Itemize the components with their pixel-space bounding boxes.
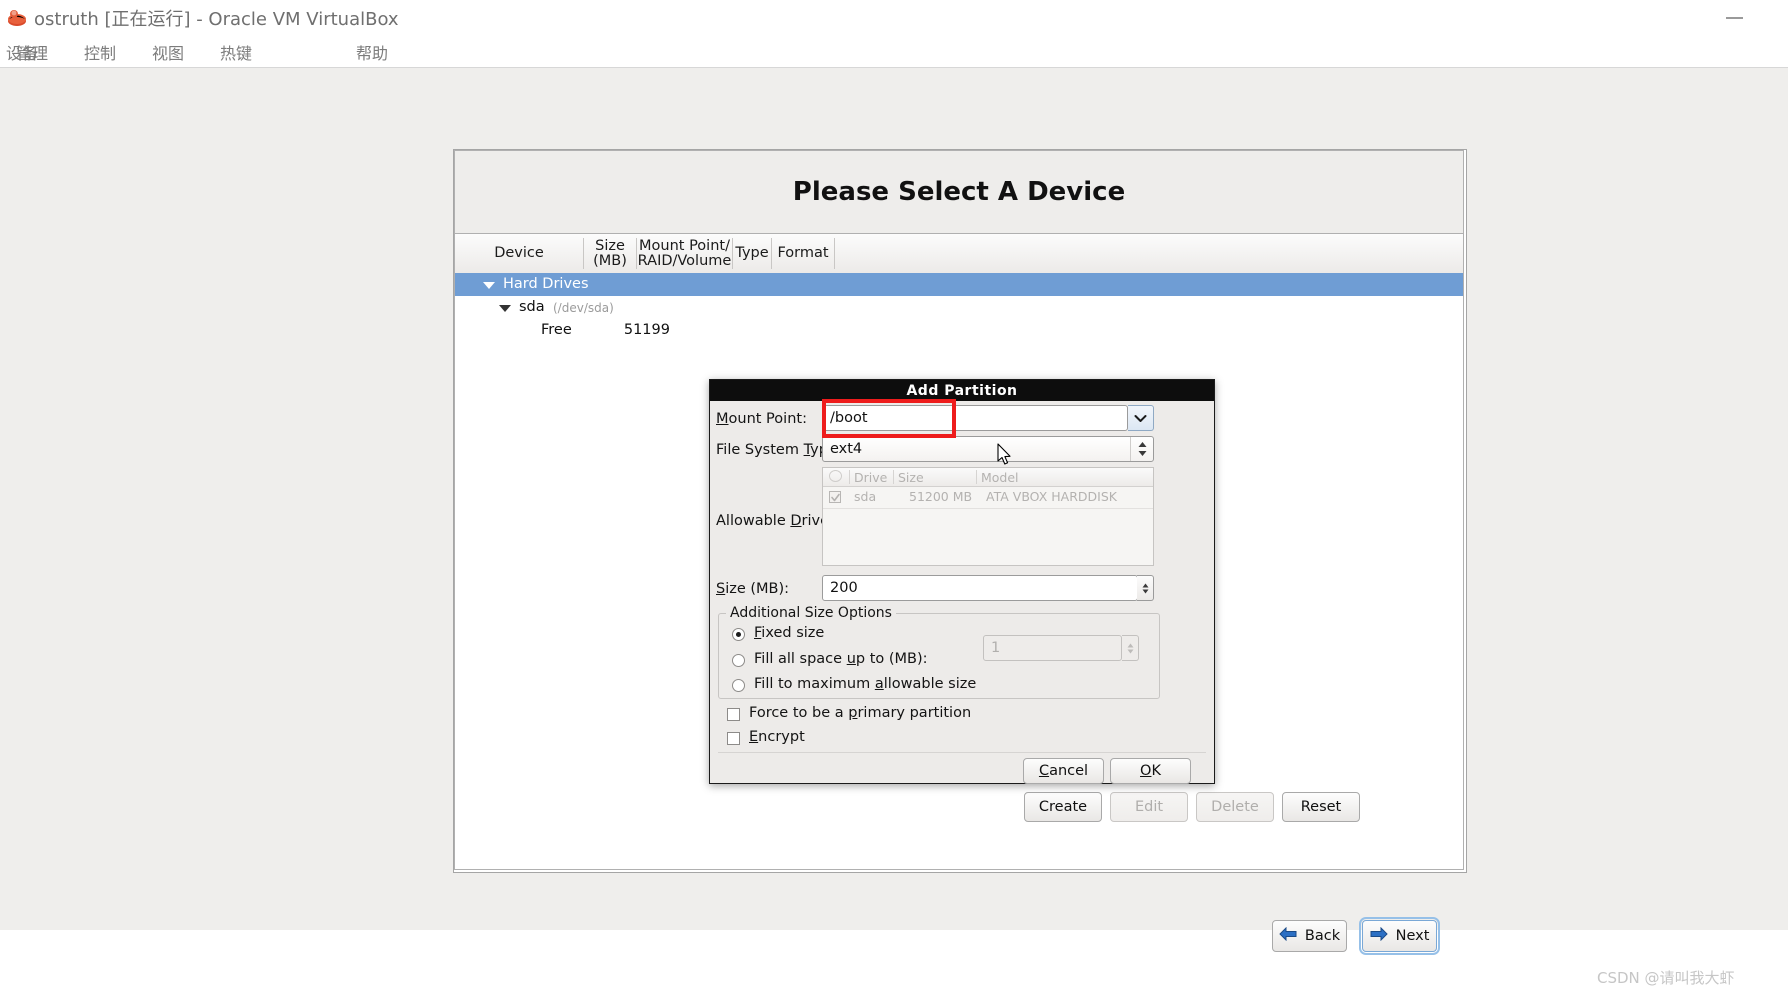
table-row-size: 51199 <box>623 322 670 338</box>
radio-selected-dot <box>736 632 741 637</box>
mount-point-label: Mount Point: <box>716 411 807 427</box>
file-system-type-select[interactable]: ext4 <box>822 436 1154 462</box>
fill-up-to-input: 1 <box>983 635 1122 661</box>
drive-name: sda <box>854 489 877 504</box>
ok-button[interactable]: OK <box>1110 758 1191 784</box>
file-system-type-value: ext4 <box>830 441 863 457</box>
table-row-device-path: (/dev/sda) <box>553 301 614 315</box>
ok-button-label: OK <box>1140 763 1161 779</box>
radio-fill-to-maximum-label[interactable]: Fill to maximum allowable size <box>754 676 976 692</box>
drives-column-header-size: Size <box>898 470 924 485</box>
table-row-free[interactable]: Free 51199 <box>455 319 1463 342</box>
edit-button: Edit <box>1110 792 1188 822</box>
column-header-type[interactable]: Type <box>733 234 771 273</box>
cancel-button[interactable]: Cancel <box>1023 758 1104 784</box>
radio-fixed-size-label[interactable]: Fixed size <box>754 625 824 641</box>
menu-item-help[interactable]: 帮助 <box>350 37 394 67</box>
cancel-button-label: Cancel <box>1038 763 1089 779</box>
additional-size-options-legend: Additional Size Options <box>726 605 896 621</box>
drive-model: ATA VBOX HARDDISK <box>986 489 1117 504</box>
create-button[interactable]: Create <box>1024 792 1102 822</box>
create-button-label: Create <box>1038 799 1088 815</box>
table-row-label: sda <box>519 299 545 315</box>
table-row-sda[interactable]: sda (/dev/sda) <box>455 296 1463 319</box>
column-header-size-line2: (MB) <box>593 252 627 269</box>
column-header-mount-line1: Mount Point/ <box>639 237 730 254</box>
column-header-mount-point[interactable]: Mount Point/ RAID/Volume <box>637 234 732 273</box>
column-divider[interactable] <box>834 238 835 269</box>
minimize-button[interactable] <box>1722 5 1748 29</box>
menu-item-devices[interactable]: 设备 <box>0 37 44 67</box>
reset-button-label: Reset <box>1300 799 1342 815</box>
select-all-radio <box>829 470 842 482</box>
table-row-label: Free <box>541 322 572 338</box>
fill-up-to-stepper <box>1122 635 1139 661</box>
chevron-down-icon[interactable] <box>1128 405 1154 431</box>
device-table-header: Device Size (MB) Mount Point/ RAID/Volum… <box>455 234 1463 274</box>
drive-checkbox[interactable] <box>829 491 841 503</box>
guest-screen: Please Select A Device Device Size (MB) … <box>0 68 1788 987</box>
radio-fill-all-space-up-to[interactable] <box>732 654 745 667</box>
column-header-device[interactable]: Device <box>455 234 583 273</box>
column-divider <box>849 470 850 484</box>
dialog-divider <box>718 752 1206 753</box>
window-titlebar: ostruth [正在运行] - Oracle VM VirtualBox <box>0 0 1788 34</box>
column-header-size[interactable]: Size (MB) <box>584 234 636 273</box>
menubar: 管理 控制 视图 热键 设备 帮助 <box>0 34 1788 67</box>
size-label: Size (MB): <box>716 581 790 597</box>
table-row-label: Hard Drives <box>503 276 589 292</box>
checkbox-force-primary[interactable] <box>727 708 740 721</box>
dialog-title: Add Partition <box>710 380 1214 401</box>
mount-point-label-rest: ount Point: <box>728 411 807 427</box>
column-divider <box>976 470 977 484</box>
radio-fill-to-maximum[interactable] <box>732 679 745 692</box>
size-input[interactable]: 200 <box>822 575 1138 601</box>
back-button-label: Back <box>1304 928 1341 944</box>
back-button[interactable]: Back <box>1272 920 1347 952</box>
column-header-format[interactable]: Format <box>772 234 834 273</box>
panel-action-buttons: Create Edit Delete Reset <box>454 786 1464 870</box>
reset-button[interactable]: Reset <box>1282 792 1360 822</box>
annotation-highlight-box <box>822 399 956 438</box>
virtualbox-window: ostruth [正在运行] - Oracle VM VirtualBox 管理… <box>0 0 1788 987</box>
delete-button-label: Delete <box>1211 799 1259 815</box>
next-button-label: Next <box>1395 928 1430 944</box>
radio-fixed-size[interactable] <box>732 628 745 641</box>
edit-button-label: Edit <box>1134 799 1164 815</box>
menu-item-control[interactable]: 控制 <box>78 37 122 67</box>
chevron-down-icon[interactable] <box>499 305 511 312</box>
menu-item-hotkeys[interactable]: 热键 <box>214 37 258 67</box>
column-header-mount-line2: RAID/Volume <box>637 252 732 269</box>
drives-table-header: Drive Size Model <box>823 468 1153 487</box>
next-button[interactable]: Next <box>1359 917 1440 955</box>
window-title: ostruth [正在运行] - Oracle VM VirtualBox <box>34 9 399 30</box>
drives-column-header-model: Model <box>981 470 1019 485</box>
checkbox-encrypt[interactable] <box>727 732 740 745</box>
checkbox-encrypt-label[interactable]: Encrypt <box>749 729 805 745</box>
wizard-navigation: Back Next <box>453 917 1465 964</box>
column-header-size-line1: Size <box>595 237 625 254</box>
chevron-down-icon[interactable] <box>483 282 495 289</box>
size-stepper[interactable] <box>1137 575 1154 601</box>
drives-column-header-drive: Drive <box>854 470 888 485</box>
delete-button: Delete <box>1196 792 1274 822</box>
radio-fill-all-space-up-to-label[interactable]: Fill all space up to (MB): <box>754 651 928 667</box>
virtualbox-icon <box>6 6 28 28</box>
watermark: CSDN @请叫我大虾 <box>1597 969 1735 987</box>
add-partition-dialog: Add Partition Mount Point: /boot File Sy… <box>709 379 1215 784</box>
minimize-icon <box>1726 17 1743 19</box>
panel-header: Please Select A Device <box>454 150 1464 234</box>
updown-arrows-icon[interactable] <box>1130 437 1153 461</box>
allowable-drives-table[interactable]: Drive Size Model sda 51200 MB ATA VBOX H… <box>822 467 1154 566</box>
fill-up-to-stepper-group: 1 <box>983 635 1139 661</box>
page-title: Please Select A Device <box>792 177 1126 207</box>
menu-item-view[interactable]: 视图 <box>146 37 190 67</box>
checkbox-force-primary-label[interactable]: Force to be a primary partition <box>749 705 971 721</box>
drives-table-row[interactable]: sda 51200 MB ATA VBOX HARDDISK <box>823 486 1153 509</box>
table-row-hard-drives[interactable]: Hard Drives <box>455 273 1463 296</box>
column-divider <box>893 470 894 484</box>
drive-size: 51200 MB <box>909 489 973 504</box>
